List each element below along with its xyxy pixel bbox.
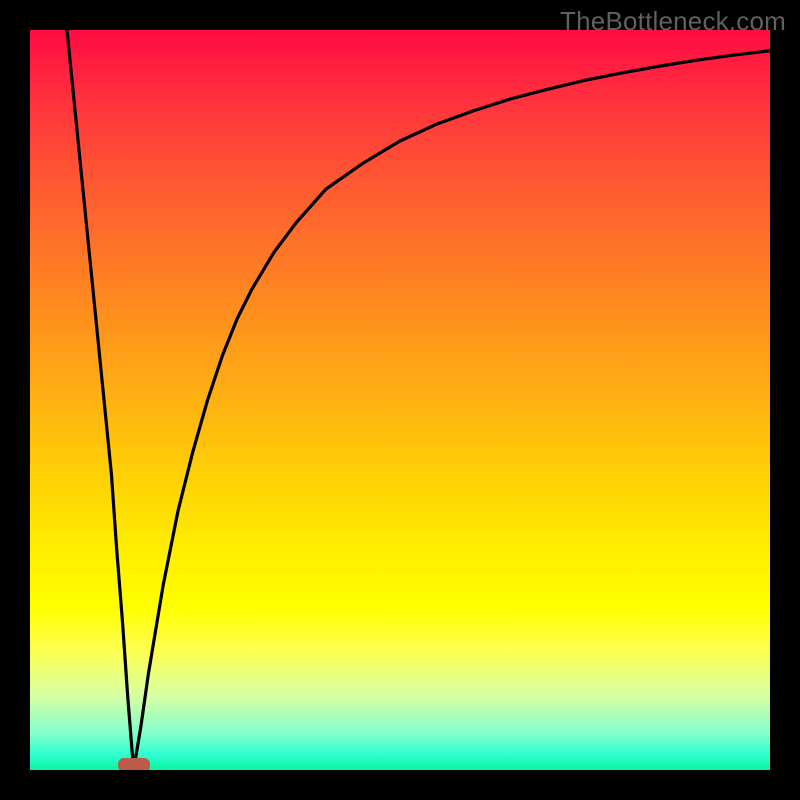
curve-svg — [30, 30, 770, 770]
chart-frame: TheBottleneck.com — [0, 0, 800, 800]
watermark-text: TheBottleneck.com — [560, 6, 786, 37]
minimum-marker — [118, 758, 150, 770]
curve-path — [67, 30, 770, 770]
plot-area — [30, 30, 770, 770]
